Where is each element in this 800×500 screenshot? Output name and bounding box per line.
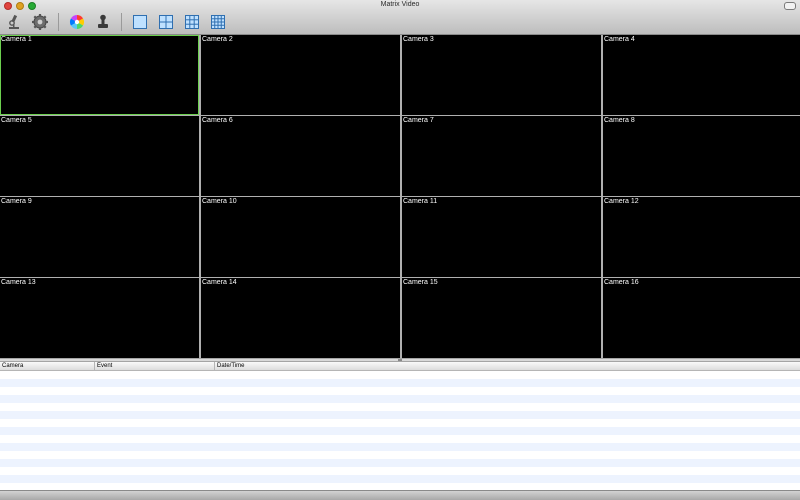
table-row (0, 459, 800, 467)
camera-tile[interactable]: Camera 14 (201, 278, 400, 358)
camera-tile[interactable]: Camera 1 (0, 35, 199, 115)
camera-label: Camera 15 (403, 279, 438, 286)
splitter-handle[interactable] (398, 359, 402, 361)
table-row (0, 483, 800, 490)
camera-tile[interactable]: Camera 15 (402, 278, 601, 358)
camera-label: Camera 7 (403, 117, 434, 124)
camera-label: Camera 1 (1, 36, 32, 43)
camera-label: Camera 3 (403, 36, 434, 43)
table-row (0, 379, 800, 387)
camera-label: Camera 6 (202, 117, 233, 124)
camera-tile[interactable]: Camera 16 (603, 278, 800, 358)
layout-3x3-icon (185, 15, 199, 29)
status-bar (0, 490, 800, 500)
camera-tile[interactable]: Camera 4 (603, 35, 800, 115)
toolbar-toggle-button[interactable] (784, 2, 796, 10)
stamp-button[interactable] (93, 12, 113, 32)
table-row (0, 387, 800, 395)
column-header-camera[interactable]: Camera (0, 362, 95, 370)
table-row (0, 443, 800, 451)
camera-label: Camera 11 (403, 198, 438, 205)
camera-tile[interactable]: Camera 3 (402, 35, 601, 115)
layout-2x2-button[interactable] (156, 12, 176, 32)
table-row (0, 419, 800, 427)
camera-label: Camera 5 (1, 117, 32, 124)
window-chrome: Matrix Video (0, 0, 800, 35)
camera-label: Camera 13 (1, 279, 36, 286)
camera-label: Camera 12 (604, 198, 639, 205)
microscope-button[interactable] (4, 12, 24, 32)
camera-tile[interactable]: Camera 13 (0, 278, 199, 358)
layout-3x3-button[interactable] (182, 12, 202, 32)
toolbar-separator (58, 13, 59, 31)
camera-label: Camera 4 (604, 36, 635, 43)
camera-label: Camera 2 (202, 36, 233, 43)
table-header: Camera Event Date/Time (0, 362, 800, 371)
layout-1x1-button[interactable] (130, 12, 150, 32)
table-row (0, 467, 800, 475)
table-row (0, 403, 800, 411)
camera-label: Camera 14 (202, 279, 237, 286)
color-button[interactable] (67, 12, 87, 32)
window-title: Matrix Video (380, 1, 420, 8)
camera-label: Camera 10 (202, 198, 237, 205)
camera-tile[interactable]: Camera 2 (201, 35, 400, 115)
events-table: Camera Event Date/Time (0, 362, 800, 490)
camera-tile[interactable]: Camera 8 (603, 116, 800, 196)
column-header-event[interactable]: Event (95, 362, 215, 370)
camera-label: Camera 9 (1, 198, 32, 205)
camera-label: Camera 8 (604, 117, 635, 124)
table-row (0, 435, 800, 443)
color-wheel-icon (70, 15, 84, 29)
layout-4x4-button[interactable] (208, 12, 228, 32)
table-body (0, 371, 800, 490)
camera-grid: Camera 1 Camera 2 Camera 3 Camera 4 Came… (0, 35, 800, 358)
table-row (0, 395, 800, 403)
column-header-datetime[interactable]: Date/Time (215, 362, 800, 370)
toolbar-separator (121, 13, 122, 31)
camera-tile[interactable]: Camera 7 (402, 116, 601, 196)
layout-4x4-icon (211, 15, 225, 29)
camera-tile[interactable]: Camera 11 (402, 197, 601, 277)
camera-label: Camera 16 (604, 279, 639, 286)
settings-button[interactable] (30, 12, 50, 32)
table-row (0, 371, 800, 379)
layout-2x2-icon (159, 15, 173, 29)
camera-tile[interactable]: Camera 10 (201, 197, 400, 277)
gear-icon (32, 14, 48, 30)
camera-tile[interactable]: Camera 12 (603, 197, 800, 277)
microscope-icon (9, 14, 19, 29)
stamp-icon (98, 14, 108, 28)
table-row (0, 475, 800, 483)
camera-tile[interactable]: Camera 6 (201, 116, 400, 196)
camera-tile[interactable]: Camera 9 (0, 197, 199, 277)
layout-1x1-icon (133, 15, 147, 29)
toolbar (4, 11, 228, 33)
table-row (0, 427, 800, 435)
table-row (0, 411, 800, 419)
camera-tile[interactable]: Camera 5 (0, 116, 199, 196)
table-row (0, 451, 800, 459)
